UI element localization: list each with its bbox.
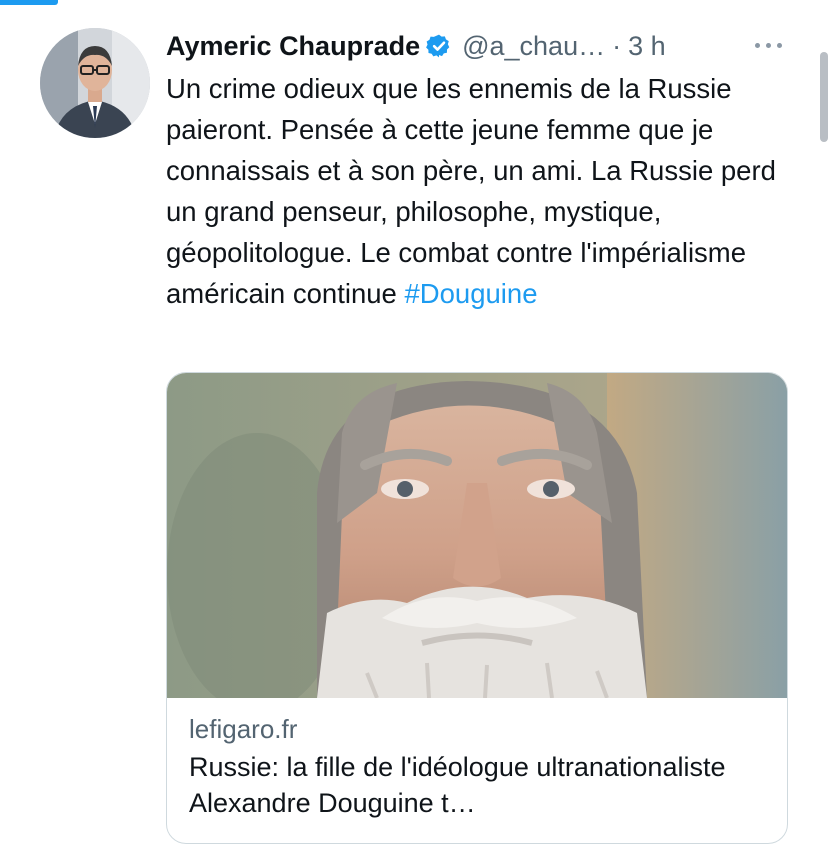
more-dot xyxy=(754,42,760,48)
tweet-body: Un crime odieux que les ennemis de la Ru… xyxy=(166,73,776,309)
author-handle[interactable]: @a_chau… xyxy=(462,31,605,62)
card-body: lefigaro.fr Russie: la fille de l'idéolo… xyxy=(189,709,769,821)
tweet-header: Aymeric Chauprade @a_chau… · 3 h xyxy=(166,26,784,66)
author-avatar[interactable] xyxy=(40,28,150,138)
tweet-timestamp[interactable]: 3 h xyxy=(628,31,666,62)
tab-indicator xyxy=(0,0,58,5)
card-domain: lefigaro.fr xyxy=(189,714,298,744)
verified-badge-icon xyxy=(426,33,452,59)
tweet-text: Un crime odieux que les ennemis de la Ru… xyxy=(166,68,796,314)
more-dot xyxy=(776,42,782,48)
separator-dot: · xyxy=(612,30,622,61)
article-photo xyxy=(167,373,787,698)
scrollbar-thumb[interactable] xyxy=(820,52,828,142)
link-preview-card[interactable]: lefigaro.fr Russie: la fille de l'idéolo… xyxy=(166,372,788,844)
hashtag-link[interactable]: #Douguine xyxy=(404,278,537,309)
author-name[interactable]: Aymeric Chauprade xyxy=(166,31,420,62)
more-dot xyxy=(765,42,771,48)
more-options-icon[interactable] xyxy=(748,30,788,60)
card-title[interactable]: Russie: la fille de l'idéologue ultranat… xyxy=(189,749,769,821)
